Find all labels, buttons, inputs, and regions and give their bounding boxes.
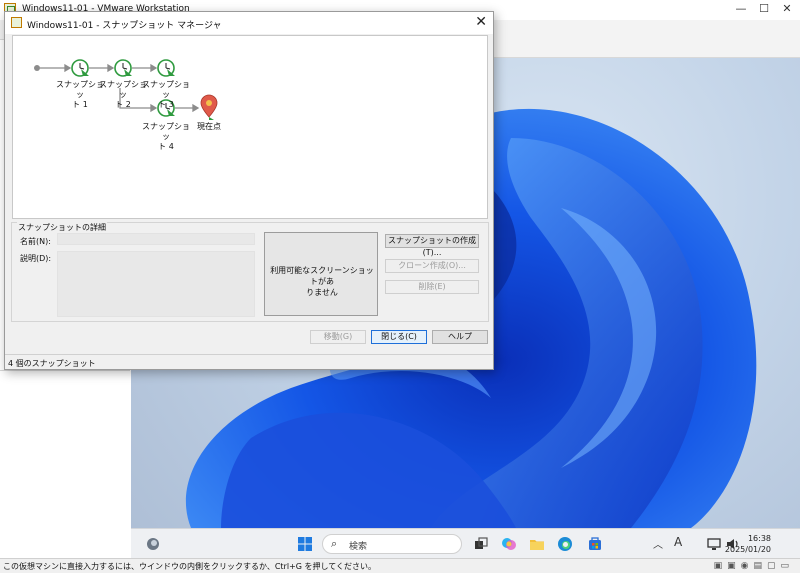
close-button[interactable]: 閉じる(C)	[371, 330, 427, 344]
name-field[interactable]	[57, 233, 255, 245]
taskbar-clock[interactable]: 16:38 2025/01/20	[725, 533, 771, 555]
snapshot-tree[interactable]: スナップショッ ト 1 スナップショッ ト 2 スナップショッ ト 3 スナップ…	[12, 35, 488, 219]
snapshot-3-icon[interactable]	[157, 59, 175, 77]
clock-date: 2025/01/20	[724, 545, 771, 554]
help-button[interactable]: ヘルプ	[432, 330, 488, 344]
close-icon[interactable]: ✕	[780, 2, 794, 16]
name-label: 名前(N):	[20, 237, 51, 246]
current-state-label[interactable]: 現在点	[184, 122, 234, 132]
snapshot-tree-graph	[34, 59, 218, 120]
snapshot-3-label[interactable]: スナップショッ ト 3	[141, 80, 191, 110]
dialog-title-bar: Windows11-01 - スナップショット マネージャ ✕	[5, 12, 493, 34]
start-icon[interactable]	[297, 536, 313, 552]
ime-indicator[interactable]: A	[674, 535, 682, 549]
search-icon: ⌕	[331, 537, 338, 550]
snapshot-2-icon[interactable]	[114, 59, 132, 77]
dialog-close-icon[interactable]: ✕	[475, 14, 487, 30]
taskbar-search[interactable]: ⌕ 検索	[322, 534, 462, 554]
guest-taskbar: ⌕ 検索 ︿ A 16:38 2025/01/20	[131, 528, 800, 558]
library-list[interactable]	[0, 370, 130, 558]
search-placeholder: 検索	[349, 542, 368, 552]
maximize-icon[interactable]: ☐	[757, 2, 771, 16]
description-label: 説明(D):	[20, 254, 52, 263]
dialog-status-bar: 4 個のスナップショット	[5, 354, 493, 369]
copilot-icon[interactable]	[501, 536, 517, 552]
description-field[interactable]	[57, 251, 255, 317]
edge-icon[interactable]	[557, 536, 573, 552]
task-view-icon[interactable]	[473, 536, 489, 552]
network-icon[interactable]	[706, 536, 722, 552]
tree-root-dot	[34, 65, 40, 71]
no-screenshot-text: 利用可能なスクリーンショットがあ りません	[270, 266, 374, 297]
snapshot-manager-dialog: Windows11-01 - スナップショット マネージャ ✕ スナップショッ …	[4, 11, 494, 370]
device-status-icons[interactable]: ▣▣◉▤▢▭	[714, 561, 794, 571]
status-message: この仮想マシンに直接入力するには、ウインドウの内側をクリックするか、Ctrl+G…	[3, 562, 377, 571]
snapshot-1-icon[interactable]	[71, 59, 89, 77]
dialog-title: Windows11-01 - スナップショット マネージャ	[27, 21, 222, 31]
store-icon[interactable]	[587, 536, 603, 552]
vmware-status-bar: この仮想マシンに直接入力するには、ウインドウの内側をクリックするか、Ctrl+G…	[0, 558, 800, 573]
clone-button[interactable]: クローン作成(O)...	[385, 259, 479, 273]
take-snapshot-button[interactable]: スナップショットの作成(T)...	[385, 234, 479, 257]
minimize-icon[interactable]: —	[734, 2, 748, 16]
tray-chevron-icon[interactable]: ︿	[653, 536, 663, 551]
file-explorer-icon[interactable]	[529, 536, 545, 552]
details-group-label: スナップショットの詳細	[17, 222, 107, 233]
current-state-pin-icon[interactable]	[200, 94, 218, 120]
screenshot-preview: 利用可能なスクリーンショットがあ りません	[264, 232, 378, 316]
clock-time: 16:38	[747, 534, 771, 543]
snapshot-details-group: スナップショットの詳細 名前(N): 説明(D): 利用可能なスクリーンショット…	[11, 222, 489, 322]
vmware-dialog-icon	[11, 17, 22, 28]
snapshot-count: 4 個のスナップショット	[8, 359, 96, 368]
goto-button[interactable]: 移動(G)	[310, 330, 366, 344]
delete-button[interactable]: 削除(E)	[385, 280, 479, 294]
widgets-icon[interactable]	[145, 536, 161, 552]
